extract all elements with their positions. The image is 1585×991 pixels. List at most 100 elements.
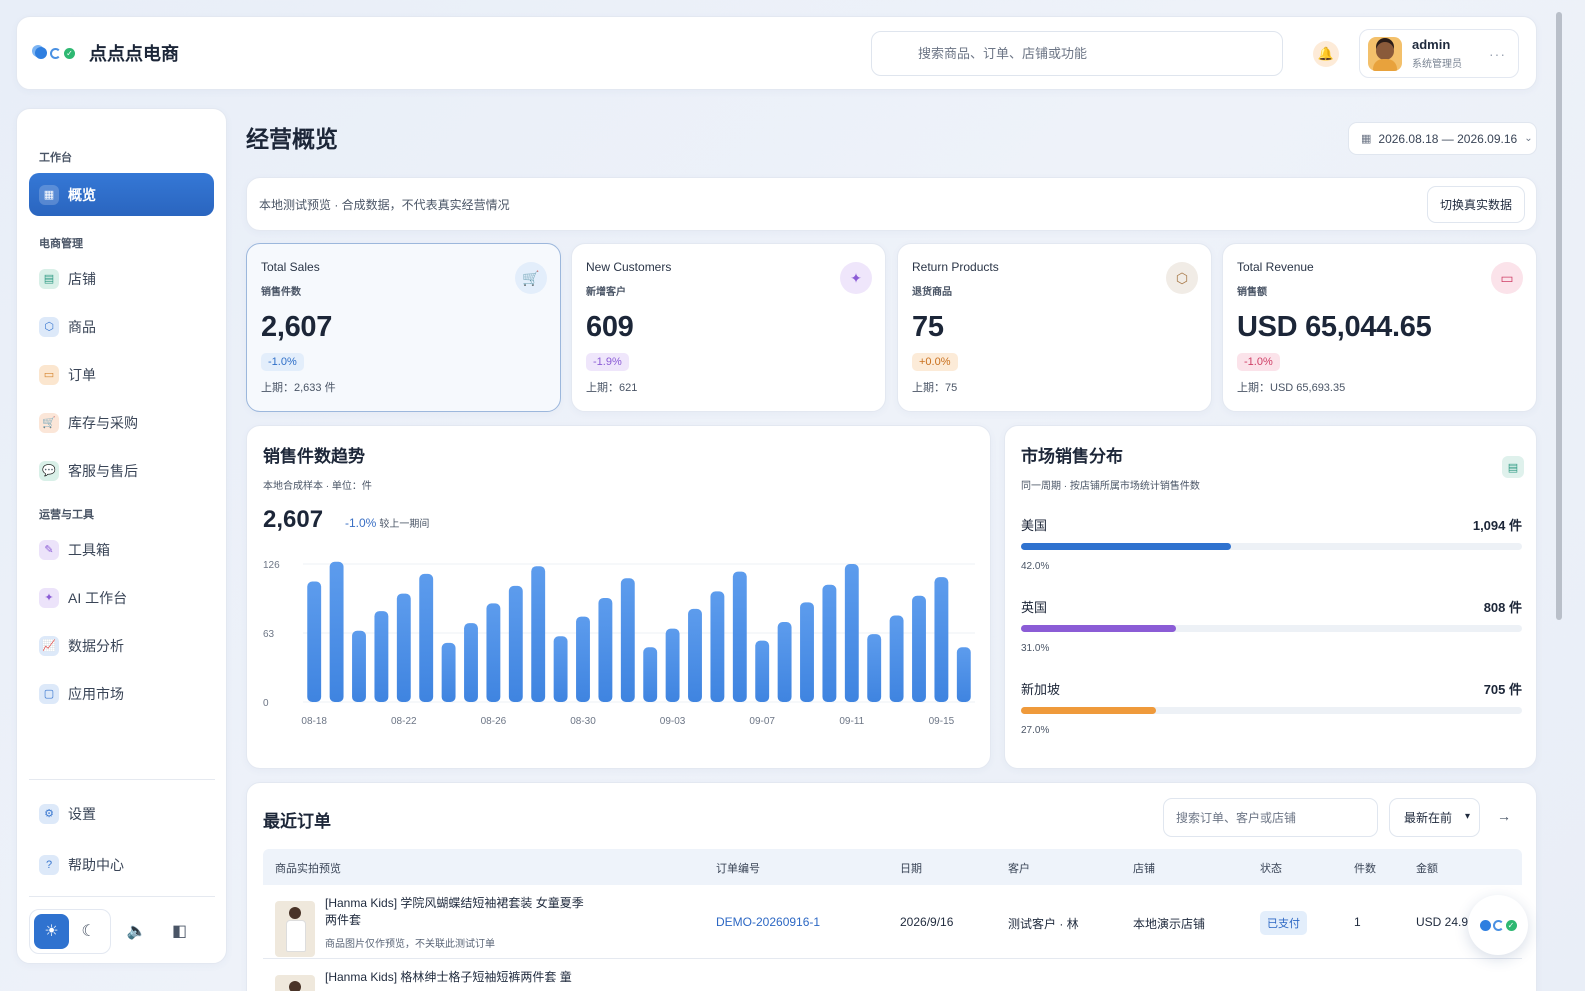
- recent-orders-card: 最近订单 最新在前 ▾ → 商品实拍预览 订单编号 日期 客户 店铺 状态 件数…: [246, 782, 1537, 991]
- kpi-change-badge: +0.0%: [912, 353, 958, 371]
- sidebar-item-ai-workbench[interactable]: ✦ AI 工作台: [29, 576, 214, 619]
- arrow-right-icon[interactable]: →: [1497, 808, 1511, 824]
- kpi-change-badge: -1.0%: [261, 353, 304, 371]
- kpi-card-return-products[interactable]: Return Products 退货商品 75 +0.0% 上期：75 ⬡: [897, 243, 1212, 412]
- trend-title: 销售件数趋势: [263, 447, 365, 466]
- market-title: 市场销售分布: [1021, 447, 1123, 466]
- bar-08-27[interactable]: [508, 585, 523, 702]
- kpi-previous: 上期：75: [912, 382, 958, 394]
- global-search-input[interactable]: [918, 46, 1258, 61]
- sidebar-item-overview[interactable]: ▦ 概览: [29, 173, 214, 216]
- order-number-link[interactable]: DEMO-20260916-1: [716, 915, 820, 929]
- revenue-icon: ▭: [1491, 262, 1523, 294]
- speaker-icon[interactable]: 🔈: [119, 914, 154, 949]
- collapse-sidebar-icon[interactable]: ◧: [162, 914, 197, 949]
- kpi-title: Total Revenue: [1237, 260, 1314, 274]
- assistant-float-button[interactable]: ✓: [1468, 895, 1528, 955]
- ai-star-icon: ✦: [840, 262, 872, 294]
- bar-08-31[interactable]: [598, 597, 613, 702]
- bar-09-09[interactable]: [800, 602, 814, 702]
- x-tick-label: 08-26: [481, 716, 507, 727]
- product-thumbnail: [275, 975, 315, 991]
- bar-09-06[interactable]: [732, 571, 747, 702]
- bar-08-29[interactable]: [553, 636, 568, 702]
- bar-08-28[interactable]: [531, 566, 546, 702]
- bar-08-18[interactable]: [307, 581, 322, 702]
- sidebar-item-label: 库存与采购: [68, 414, 138, 431]
- bar-09-15[interactable]: [934, 577, 949, 702]
- box-icon: ⬡: [39, 316, 59, 337]
- more-icon[interactable]: ···: [1489, 46, 1506, 62]
- bar-09-16[interactable]: [956, 647, 971, 702]
- brand-name: 点点点电商: [89, 44, 179, 64]
- grid-icon: ▦: [39, 184, 59, 205]
- bar-08-25[interactable]: [464, 623, 478, 702]
- date-range-picker[interactable]: ▦ 2026.08.18 — 2026.09.16 ⌄: [1348, 122, 1537, 155]
- orders-search-input[interactable]: [1163, 798, 1378, 837]
- sidebar: 工作台 ▦ 概览 电商管理 ▤ 店铺 ⬡ 商品 ▭ 订单 🛒 库存与采购 💬 客…: [16, 108, 227, 964]
- kpi-card-new-customers[interactable]: New Customers 新增客户 609 -1.9% 上期：621 ✦: [571, 243, 886, 412]
- bar-08-20[interactable]: [352, 630, 366, 702]
- chat-icon: 💬: [39, 460, 59, 481]
- bar-08-23[interactable]: [419, 573, 434, 702]
- bar-08-24[interactable]: [441, 642, 456, 702]
- bar-09-11[interactable]: [844, 564, 859, 702]
- kpi-card-total-sales[interactable]: Total Sales 销售件数 2,607 -1.0% 上期：2,633 件 …: [246, 243, 561, 412]
- bar-08-22[interactable]: [396, 593, 411, 702]
- kpi-previous: 上期：2,633 件: [261, 382, 336, 394]
- column-header: 金额: [1416, 863, 1438, 875]
- x-tick-label: 09-03: [660, 716, 686, 727]
- market-percent: 27.0%: [1021, 725, 1050, 736]
- global-search[interactable]: [871, 31, 1283, 76]
- bar-09-03[interactable]: [665, 628, 680, 702]
- bar-09-07[interactable]: [755, 640, 770, 702]
- user-role: 系统管理员: [1412, 59, 1462, 70]
- sidebar-section-label: 运营与工具: [39, 509, 94, 521]
- sidebar-divider: [29, 779, 215, 780]
- sidebar-item-support[interactable]: 💬 客服与售后: [29, 449, 214, 492]
- bar-08-26[interactable]: [486, 603, 501, 702]
- bar-09-10[interactable]: [822, 584, 837, 702]
- kpi-card-total-revenue[interactable]: Total Revenue 销售额 USD 65,044.65 -1.0% 上期…: [1222, 243, 1537, 412]
- bar-08-21[interactable]: [374, 611, 389, 702]
- sun-icon[interactable]: ☀: [34, 913, 69, 949]
- bar-09-01[interactable]: [620, 578, 635, 702]
- page-title: 经营概览: [246, 126, 338, 152]
- market-bar-track: [1021, 707, 1522, 714]
- sidebar-item-settings[interactable]: ⚙ 设置: [29, 792, 215, 835]
- sidebar-item-help[interactable]: ? 帮助中心: [29, 843, 215, 886]
- bar-09-08[interactable]: [777, 622, 792, 702]
- order-quantity: 1: [1354, 915, 1361, 929]
- bar-09-04[interactable]: [688, 608, 702, 702]
- bar-08-30[interactable]: [576, 616, 590, 702]
- sidebar-item-products[interactable]: ⬡ 商品: [29, 305, 214, 348]
- table-row[interactable]: [Hanma Kids] 格林绅士格子短袖短裤两件套 童: [263, 959, 1522, 991]
- orders-table-header: 商品实拍预览 订单编号 日期 客户 店铺 状态 件数 金额: [263, 849, 1522, 885]
- table-row[interactable]: [Hanma Kids] 学院风蝴蝶结短袖裙套装 女童夏季两件套 商品图片仅作预…: [263, 885, 1522, 959]
- product-note: 商品图片仅作预览，不关联此测试订单: [325, 939, 495, 950]
- sidebar-item-stores[interactable]: ▤ 店铺: [29, 257, 214, 300]
- bar-08-19[interactable]: [329, 561, 344, 702]
- moon-icon[interactable]: ☾: [71, 914, 106, 949]
- sidebar-item-inventory[interactable]: 🛒 库存与采购: [29, 401, 214, 444]
- switch-real-data-button[interactable]: 切换真实数据: [1427, 186, 1525, 223]
- x-tick-label: 08-18: [301, 716, 327, 727]
- sidebar-item-toolbox[interactable]: ✎ 工具箱: [29, 528, 214, 571]
- market-subtitle: 同一周期 · 按店铺所属市场统计销售件数: [1021, 481, 1200, 492]
- sidebar-item-orders[interactable]: ▭ 订单: [29, 353, 214, 396]
- notification-bell-icon[interactable]: 🔔: [1313, 41, 1339, 67]
- column-header: 日期: [900, 863, 922, 875]
- kpi-subtitle: 新增客户: [586, 287, 626, 298]
- sidebar-item-app-market[interactable]: ▢ 应用市场: [29, 672, 214, 715]
- bar-09-12[interactable]: [867, 634, 882, 702]
- top-header: ✓ 点点点电商 🔔 admin 系统管理员 ···: [16, 16, 1537, 90]
- sidebar-section-label: 电商管理: [39, 238, 83, 250]
- bar-09-13[interactable]: [889, 615, 904, 702]
- bar-09-05[interactable]: [710, 591, 725, 702]
- user-menu[interactable]: admin 系统管理员 ···: [1359, 29, 1519, 78]
- sidebar-item-analytics[interactable]: 📈 数据分析: [29, 624, 214, 667]
- bar-09-14[interactable]: [912, 595, 926, 702]
- orders-sort-select[interactable]: 最新在前 ▾: [1389, 798, 1480, 837]
- bar-09-02[interactable]: [643, 647, 658, 702]
- page-scrollbar[interactable]: [1556, 12, 1562, 620]
